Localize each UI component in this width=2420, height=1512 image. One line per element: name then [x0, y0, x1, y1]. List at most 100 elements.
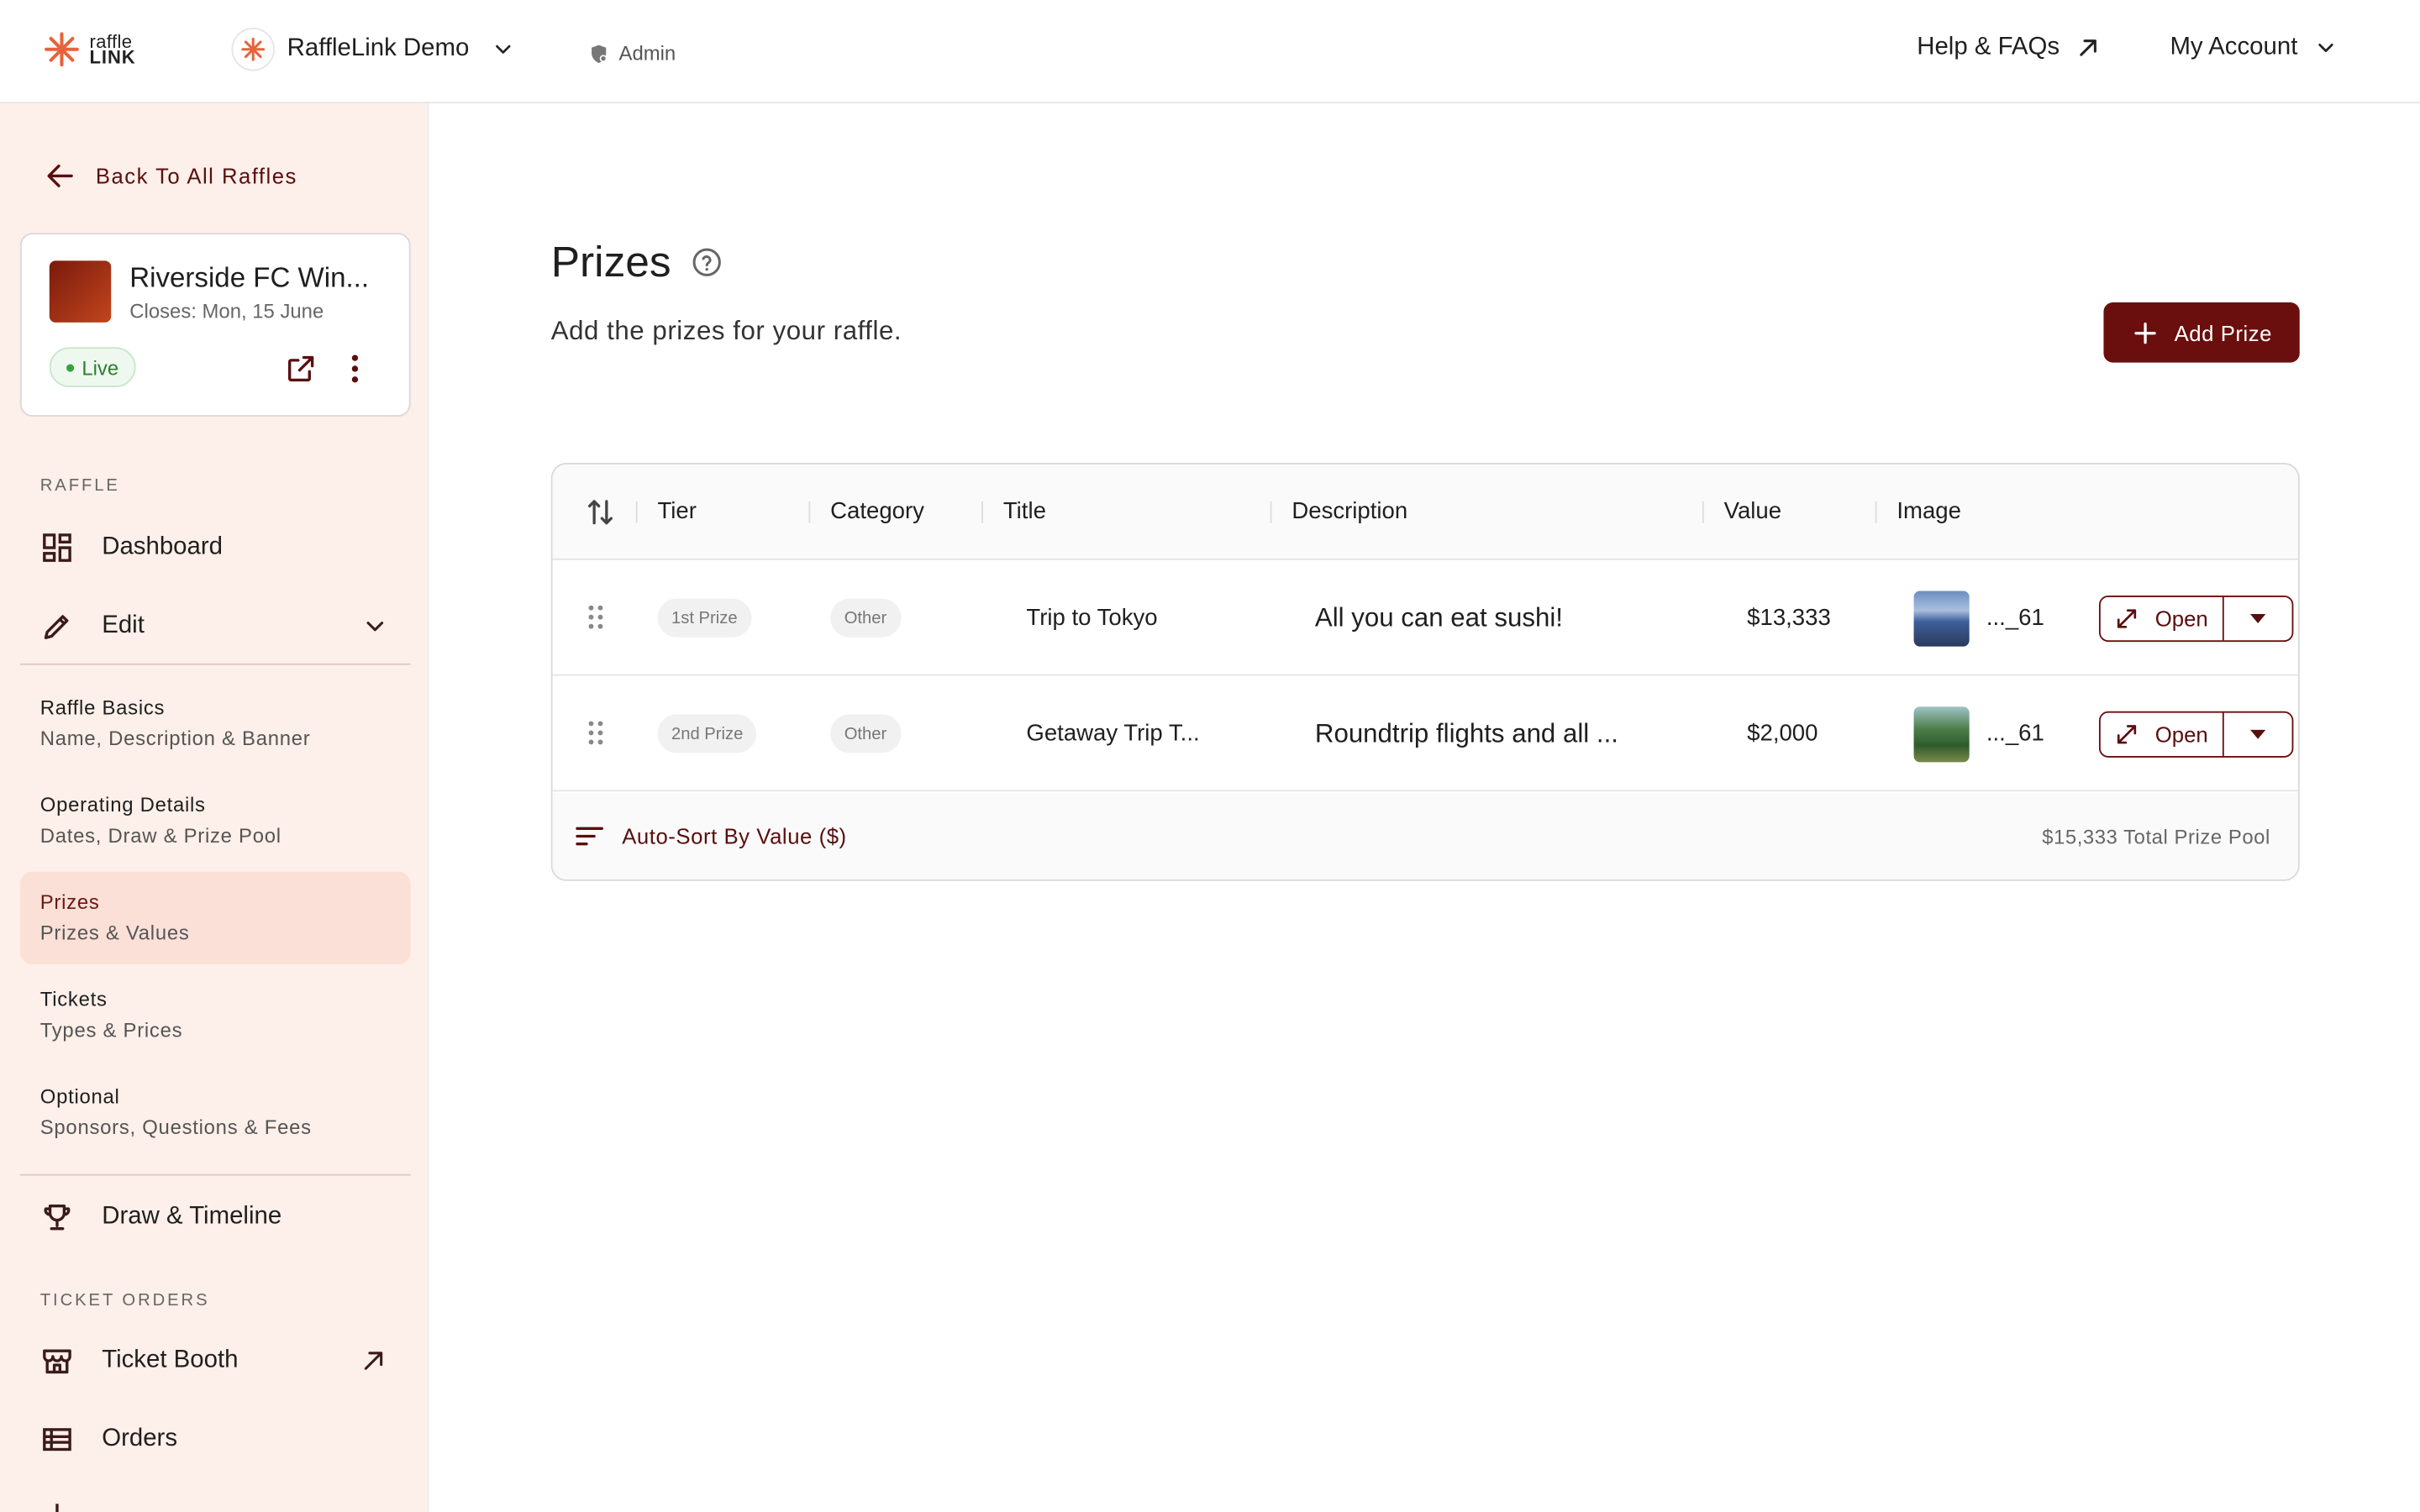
sidebar-subitem-subtitle: Sponsors, Questions & Fees [39, 1115, 312, 1139]
column-separator [1702, 501, 1704, 523]
table-header: Tier Category Title Description Value Im… [552, 464, 2298, 560]
raffle-close-date: Closes: Mon, 15 June [129, 299, 324, 323]
expand-icon [2118, 725, 2137, 744]
live-dot-icon [66, 363, 75, 371]
add-prize-button[interactable]: Add Prize [2103, 302, 2300, 363]
section-label-ticket-orders: TICKET ORDERS [39, 1291, 210, 1310]
sidebar-item-raffle-basics[interactable]: Raffle Basics Name, Description & Banner [20, 677, 411, 769]
divider [19, 663, 411, 665]
column-separator [808, 501, 811, 523]
sidebar-item-label: Ticket Booth [102, 1347, 239, 1373]
caret-down-icon [2249, 614, 2266, 624]
sidebar-item-tickets[interactable]: Tickets Types & Prices [20, 969, 411, 1061]
trophy-icon [44, 1205, 71, 1231]
prize-title: Getaway Trip T... [1026, 720, 1200, 747]
sidebar-item-orders[interactable]: Orders [40, 1422, 177, 1456]
total-prize-pool: $15,333 Total Prize Pool [2042, 825, 2270, 849]
arrow-up-right-icon [2081, 39, 2097, 56]
sidebar-subitem-title: Operating Details [39, 793, 206, 816]
sort-arrows-icon[interactable] [587, 496, 614, 528]
help-faqs-link[interactable]: Help & FAQs [1917, 34, 2102, 61]
sidebar-item-prizes[interactable]: Prizes Prizes & Values [19, 871, 411, 964]
raffle-name: Riverside FC Win... [129, 262, 370, 293]
column-header-tier[interactable]: Tier [657, 498, 696, 524]
sidebar-item-ticket-booth[interactable]: Ticket Booth [40, 1344, 389, 1378]
column-header-image[interactable]: Image [1897, 498, 1961, 524]
table-footer: Auto-Sort By Value ($) $15,333 Total Pri… [552, 793, 2298, 879]
sidebar-item-dashboard[interactable]: Dashboard [40, 531, 223, 564]
dashboard-icon [43, 533, 71, 562]
open-button-group: Open [2098, 711, 2294, 758]
add-prize-label: Add Prize [2174, 320, 2273, 345]
raffle-thumbnail [49, 260, 112, 323]
page-title-row: Prizes [551, 238, 723, 287]
open-label: Open [2154, 722, 2208, 747]
open-external-icon[interactable] [284, 352, 318, 386]
prize-image-thumbnail [1913, 591, 1970, 647]
back-to-all-raffles-link[interactable]: Back To All Raffles [43, 159, 297, 192]
sidebar-subitem-title: Tickets [39, 987, 108, 1011]
divider [19, 1173, 411, 1176]
sidebar-subitem-subtitle: Dates, Draw & Prize Pool [39, 823, 281, 848]
more-options-icon[interactable] [349, 352, 361, 386]
open-dropdown-toggle[interactable] [2224, 713, 2292, 756]
chevron-down-icon [496, 45, 511, 54]
section-label-raffle: RAFFLE [39, 476, 120, 496]
prize-value: $13,333 [1747, 605, 1831, 632]
analytics-icon [55, 1504, 59, 1512]
chevron-down-icon [2317, 43, 2333, 52]
column-separator [1270, 501, 1272, 523]
column-header-description[interactable]: Description [1292, 498, 1407, 524]
column-header-value[interactable]: Value [1724, 498, 1781, 524]
prize-description: All you can eat sushi! [1314, 603, 1563, 633]
list-table-icon [43, 1428, 71, 1452]
org-name: RaffleLink Demo [287, 35, 470, 62]
prize-value: $2,000 [1747, 720, 1818, 747]
arrow-left-icon [47, 164, 73, 187]
sunburst-logo-icon [45, 32, 79, 67]
sidebar-item-operating-details[interactable]: Operating Details Dates, Draw & Prize Po… [20, 774, 411, 867]
category-badge: Other [830, 714, 901, 753]
column-header-category[interactable]: Category [830, 498, 924, 524]
column-header-title[interactable]: Title [1003, 498, 1046, 524]
column-separator [981, 501, 984, 523]
sidebar-item-draw-timeline[interactable]: Draw & Timeline [40, 1200, 281, 1234]
sidebar-subitem-title: Prizes [39, 890, 100, 914]
sort-lines-icon [576, 827, 603, 846]
tier-badge: 1st Prize [657, 598, 752, 638]
sidebar-item-analytics-partial[interactable] [40, 1498, 74, 1512]
chevron-down-icon [366, 622, 384, 632]
storefront-icon [43, 1349, 71, 1374]
prize-image-filename: ..._61 [1986, 605, 2044, 632]
sidebar-subitem-title: Raffle Basics [39, 696, 166, 719]
organization-switcher[interactable]: RaffleLink Demo [231, 28, 516, 71]
drag-handle-icon[interactable] [588, 721, 603, 745]
sidebar-subitem-title: Optional [39, 1084, 120, 1108]
prize-image-thumbnail [1913, 706, 1970, 763]
open-button[interactable]: Open [2101, 596, 2224, 641]
my-account-menu[interactable]: My Account [2170, 34, 2338, 61]
prize-description: Roundtrip flights and all ... [1314, 718, 1618, 748]
open-button-group: Open [2098, 595, 2294, 643]
sidebar-item-edit[interactable]: Edit [40, 610, 389, 643]
plus-icon [2134, 322, 2156, 344]
open-button[interactable]: Open [2101, 712, 2224, 757]
prize-title: Trip to Tokyo [1026, 605, 1158, 632]
sidebar-item-optional[interactable]: Optional Sponsors, Questions & Fees [20, 1066, 411, 1158]
table-row[interactable]: 2nd Prize Other Getaway Trip T... Roundt… [552, 675, 2298, 792]
page-title: Prizes [550, 237, 671, 286]
category-badge: Other [830, 598, 901, 638]
tier-badge: 2nd Prize [657, 714, 757, 753]
prizes-table: Tier Category Title Description Value Im… [550, 463, 2300, 881]
raffle-link-logo[interactable]: raffle LINK [43, 31, 135, 68]
table-row[interactable]: 1st Prize Other Trip to Tokyo All you ca… [552, 560, 2298, 676]
open-dropdown-toggle[interactable] [2224, 597, 2292, 640]
sidebar-item-label: Edit [102, 612, 145, 639]
column-separator [1875, 501, 1877, 523]
status-badge: Live [49, 347, 136, 388]
auto-sort-button[interactable]: Auto-Sort By Value ($) [576, 824, 847, 848]
caret-down-icon [2249, 729, 2266, 739]
account-label: My Account [2170, 34, 2298, 60]
help-circle-icon[interactable] [690, 245, 723, 279]
drag-handle-icon[interactable] [588, 605, 603, 629]
